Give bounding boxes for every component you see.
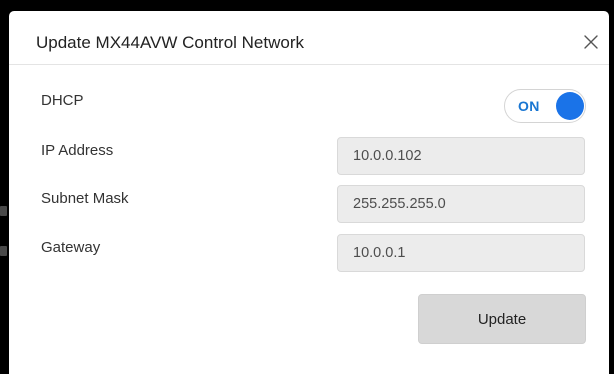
dialog-title: Update MX44AVW Control Network (36, 33, 305, 52)
ip-address-label: IP Address (41, 142, 114, 159)
gateway-field[interactable] (337, 234, 585, 272)
update-button[interactable]: Update (418, 294, 586, 344)
subnet-mask-field[interactable] (337, 185, 585, 223)
dialog-header: Update MX44AVW Control Network (9, 11, 609, 65)
backdrop-content-fragment (0, 246, 7, 256)
dhcp-toggle-knob (556, 92, 584, 120)
dhcp-label: DHCP (41, 92, 84, 109)
close-button[interactable] (582, 33, 600, 51)
gateway-label: Gateway (41, 239, 101, 256)
ip-address-field[interactable] (337, 137, 585, 175)
dhcp-toggle-state-label: ON (518, 98, 540, 114)
backdrop-content-fragment (0, 206, 7, 216)
subnet-mask-label: Subnet Mask (41, 190, 129, 207)
dhcp-toggle[interactable]: ON (504, 89, 586, 123)
close-icon (584, 35, 598, 49)
update-network-dialog: Update MX44AVW Control Network DHCP ON I… (9, 11, 609, 374)
